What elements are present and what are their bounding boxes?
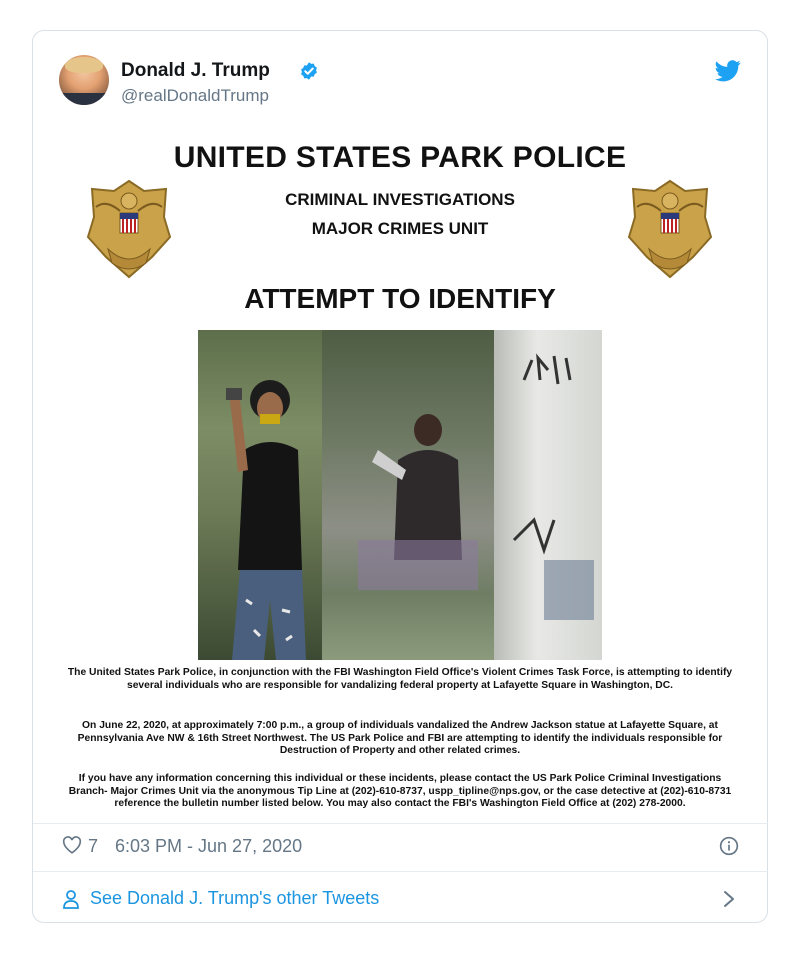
divider: [33, 823, 768, 824]
poster-paragraph: If you have any information concerning t…: [68, 773, 732, 809]
tweet-image[interactable]: UNITED STATES PARK POLICE CRIMINAL INVES…: [62, 137, 738, 820]
info-icon[interactable]: [719, 836, 739, 856]
divider: [33, 871, 768, 872]
tweet-timestamp[interactable]: 6:03 PM - Jun 27, 2020: [115, 836, 302, 857]
heart-icon[interactable]: [62, 836, 82, 854]
poster-paragraph: On June 22, 2020, at approximately 7:00 …: [77, 720, 723, 756]
suspect-photo: [198, 330, 602, 660]
verified-badge-icon: [301, 62, 317, 80]
park-police-badge-icon: [627, 179, 713, 279]
park-police-badge-icon: [86, 179, 172, 279]
poster-paragraph: The United States Park Police, in conjun…: [67, 667, 733, 691]
display-name[interactable]: Donald J. Trump: [121, 60, 270, 82]
see-other-tweets-link[interactable]: See Donald J. Trump's other Tweets: [90, 888, 379, 909]
like-count[interactable]: 7: [88, 836, 98, 857]
avatar[interactable]: [59, 55, 109, 105]
poster-title: UNITED STATES PARK POLICE: [173, 141, 627, 174]
poster-heading: ATTEMPT TO IDENTIFY: [244, 283, 556, 314]
user-handle[interactable]: @realDonaldTrump: [121, 86, 269, 106]
chevron-right-icon[interactable]: [722, 889, 736, 909]
person-icon: [63, 890, 79, 909]
twitter-bird-icon[interactable]: [715, 60, 741, 82]
